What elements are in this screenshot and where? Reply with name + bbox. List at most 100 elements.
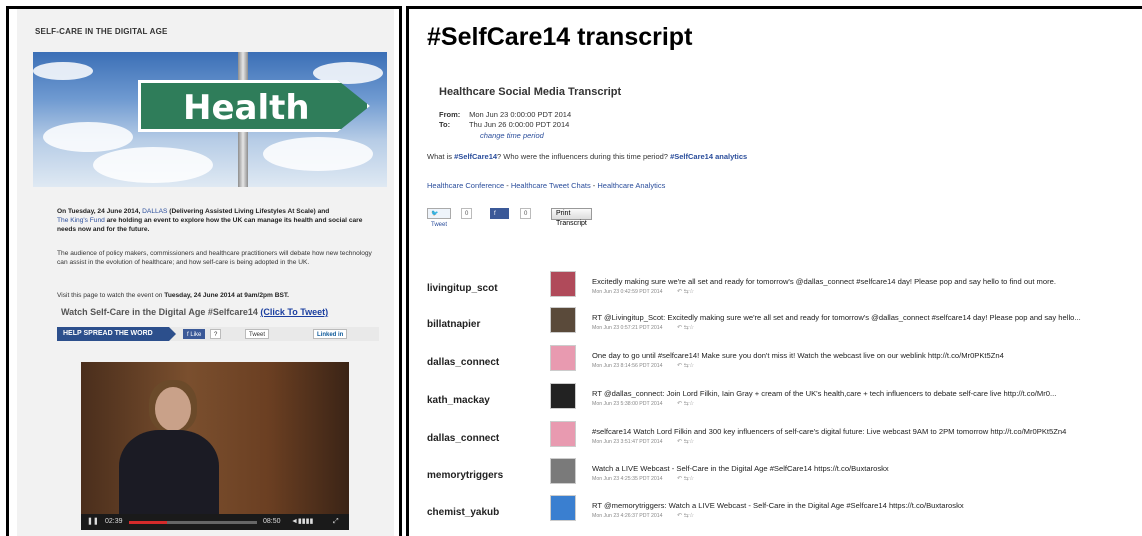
- change-time-period-link[interactable]: change time period: [480, 131, 544, 140]
- intro-text-b: (Delivering Assisted Living Lifestyles A…: [167, 208, 330, 215]
- reply-icon[interactable]: ↶: [677, 401, 682, 407]
- user-avatar[interactable]: [550, 458, 576, 484]
- visit-text: Visit this page to watch the event on: [57, 292, 165, 299]
- link-separator: -: [504, 181, 511, 190]
- health-sign-text: Health: [183, 88, 310, 128]
- kings-fund-link[interactable]: The King's Fund: [57, 217, 105, 224]
- page-title: SELF-CARE IN THE DIGITAL AGE: [35, 27, 168, 36]
- volume-icon[interactable]: ◄▮▮▮▮: [291, 514, 313, 530]
- to-value: Thu Jun 26 0:00:00 PDT 2014: [468, 120, 570, 129]
- from-row: From: Mon Jun 23 0:00:00 PDT 2014: [439, 110, 571, 119]
- favorite-icon[interactable]: ☆: [689, 363, 694, 369]
- favorite-icon[interactable]: ☆: [689, 439, 694, 445]
- user-avatar[interactable]: [550, 421, 576, 447]
- watch-text: Watch Self-Care in the Digital Age #Self…: [61, 307, 258, 317]
- tweet-actions: ↶ ⇆☆: [677, 512, 694, 519]
- favorite-icon[interactable]: ☆: [689, 401, 694, 407]
- link-healthcare-conference[interactable]: Healthcare Conference: [427, 181, 504, 190]
- from-value: Mon Jun 23 0:00:00 PDT 2014: [469, 110, 572, 119]
- tweet-date[interactable]: Mon Jun 23 4:26:37 PDT 2014: [592, 513, 663, 519]
- tweet-actions: ↶ ⇆☆: [677, 475, 694, 482]
- tweet-username[interactable]: chemist_yakub: [427, 507, 499, 518]
- tweet-count: 0: [461, 208, 473, 219]
- tweet-date[interactable]: Mon Jun 23 3:51:47 PDT 2014: [592, 439, 663, 445]
- linkedin-share-button[interactable]: Linked in: [313, 329, 348, 339]
- print-transcript-button[interactable]: Print Transcript: [551, 208, 592, 227]
- tweet-button[interactable]: 🐦 Tweet: [427, 208, 452, 228]
- visit-date: Tuesday, 24 June 2014 at 9am/2pm BST.: [164, 292, 290, 299]
- user-avatar[interactable]: [550, 307, 576, 333]
- video-seek-bar[interactable]: [129, 521, 257, 524]
- facebook-like-count: ?: [210, 329, 222, 339]
- video-current-time: 02:39: [105, 518, 123, 525]
- video-progress-fill: [129, 521, 168, 524]
- tweet-text: #selfcare14 Watch Lord Filkin and 300 ke…: [592, 427, 1067, 436]
- fullscreen-icon[interactable]: ⤢: [333, 514, 339, 530]
- tweet-actions: ↶ ⇆☆: [677, 288, 694, 295]
- webcast-video-player[interactable]: ❚❚ 02:39 08:50 ◄▮▮▮▮ ⤢: [81, 362, 349, 530]
- favorite-icon[interactable]: ☆: [689, 289, 694, 295]
- tweet-row: livingitup_scot Excitedly making sure we'…: [409, 271, 1142, 309]
- tweet-username[interactable]: kath_mackay: [427, 395, 490, 406]
- tweet-text: One day to go until #selfcare14! Make su…: [592, 351, 1004, 360]
- reply-icon[interactable]: ↶: [677, 476, 682, 482]
- pause-icon[interactable]: ❚❚: [87, 514, 99, 530]
- tweet-date[interactable]: Mon Jun 23 8:14:56 PDT 2014: [592, 363, 663, 369]
- facebook-like-button[interactable]: f Like: [183, 329, 206, 339]
- click-to-tweet-link[interactable]: (Click To Tweet): [260, 307, 328, 317]
- to-row: To: Thu Jun 26 0:00:00 PDT 2014: [439, 120, 569, 129]
- question-line: What is #SelfCare14? Who were the influe…: [427, 152, 747, 161]
- like-button[interactable]: f Like: [490, 208, 510, 228]
- tweet-actions: ↶ ⇆☆: [677, 400, 694, 407]
- reply-icon[interactable]: ↶: [677, 325, 682, 331]
- tweet-button-label: Tweet: [431, 222, 448, 228]
- tweet-date[interactable]: Mon Jun 23 0:57:21 PDT 2014: [592, 325, 663, 331]
- tweet-username[interactable]: dallas_connect: [427, 357, 499, 368]
- dallas-link[interactable]: DALLAS: [142, 208, 167, 215]
- event-page-content: SELF-CARE IN THE DIGITAL AGE Health On T…: [17, 9, 394, 536]
- spread-the-word-label: HELP SPREAD THE WORD: [57, 327, 176, 341]
- event-page-panel: SELF-CARE IN THE DIGITAL AGE Health On T…: [6, 6, 402, 536]
- from-label: From:: [439, 110, 461, 119]
- tweet-row: dallas_connect #selfcare14 Watch Lord Fil…: [409, 421, 1142, 459]
- user-avatar[interactable]: [550, 383, 576, 409]
- hashtag-link[interactable]: #SelfCare14: [454, 152, 497, 161]
- tweet-username[interactable]: memorytriggers: [427, 470, 503, 481]
- reply-icon[interactable]: ↶: [677, 513, 682, 519]
- visit-paragraph: Visit this page to watch the event on Tu…: [57, 291, 377, 300]
- tweet-text: RT @Livingitup_Scot: Excitedly making su…: [592, 313, 1081, 322]
- transcript-title: #SelfCare14 transcript: [427, 23, 693, 51]
- tweet-actions: ↶ ⇆☆: [677, 362, 694, 369]
- reply-icon[interactable]: ↶: [677, 439, 682, 445]
- favorite-icon[interactable]: ☆: [689, 476, 694, 482]
- hero-image: Health: [33, 52, 387, 187]
- link-healthcare-analytics[interactable]: Healthcare Analytics: [597, 181, 665, 190]
- user-avatar[interactable]: [550, 495, 576, 521]
- tweet-date[interactable]: Mon Jun 23 5:38:00 PDT 2014: [592, 401, 663, 407]
- share-bar: HELP SPREAD THE WORD f Like ? Tweet Link…: [57, 327, 379, 341]
- facebook-icon: f: [494, 211, 496, 217]
- user-avatar[interactable]: [550, 271, 576, 297]
- tweet-username[interactable]: dallas_connect: [427, 433, 499, 444]
- tweet-username[interactable]: billatnapier: [427, 319, 480, 330]
- speaker-face: [155, 387, 191, 431]
- twitter-bird-icon: 🐦: [431, 211, 439, 217]
- tweet-date[interactable]: Mon Jun 23 0:42:59 PDT 2014: [592, 289, 663, 295]
- tweet-text: Watch a LIVE Webcast - Self-Care in the …: [592, 464, 889, 473]
- favorite-icon[interactable]: ☆: [689, 325, 694, 331]
- tweet-date[interactable]: Mon Jun 23 4:25:35 PDT 2014: [592, 476, 663, 482]
- transcript-panel: #SelfCare14 transcript Healthcare Social…: [406, 6, 1142, 536]
- video-total-time: 08:50: [263, 518, 281, 525]
- link-healthcare-tweet-chats[interactable]: Healthcare Tweet Chats: [511, 181, 591, 190]
- intro-date: On Tuesday, 24 June 2014,: [57, 208, 143, 215]
- transcript-subtitle: Healthcare Social Media Transcript: [439, 86, 622, 98]
- analytics-link[interactable]: #SelfCare14 analytics: [670, 152, 747, 161]
- tweet-username[interactable]: livingitup_scot: [427, 283, 498, 294]
- tweet-share-button[interactable]: Tweet: [245, 329, 270, 339]
- reply-icon[interactable]: ↶: [677, 289, 682, 295]
- reply-icon[interactable]: ↶: [677, 363, 682, 369]
- favorite-icon[interactable]: ☆: [689, 513, 694, 519]
- user-avatar[interactable]: [550, 345, 576, 371]
- to-label: To:: [439, 120, 451, 129]
- like-button-label: Like: [494, 222, 506, 228]
